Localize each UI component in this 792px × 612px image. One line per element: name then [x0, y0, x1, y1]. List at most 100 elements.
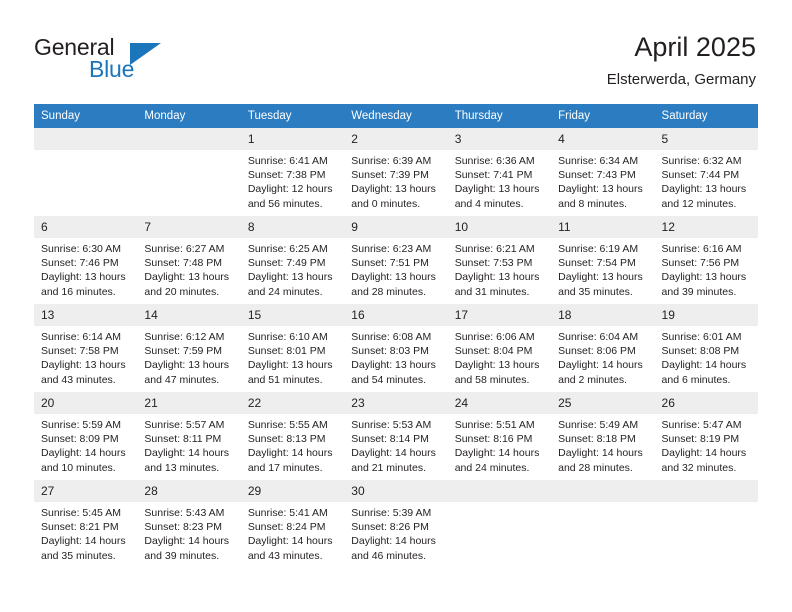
calendar-day-cell[interactable]: 24 Sunrise: 5:51 AM Sunset: 8:16 PM Dayligh…	[447, 392, 552, 480]
calendar-day-cell[interactable]: 22 Sunrise: 5:55 AM Sunset: 8:13 PM Dayligh…	[240, 392, 345, 480]
daylight-duration-line2: and 28 minutes.	[351, 285, 426, 298]
calendar-grid: Sunday Monday Tuesday Wednesday Thursday…	[34, 104, 758, 568]
day-number	[137, 128, 241, 150]
sunrise-time: Sunrise: 6:16 AM	[661, 243, 742, 255]
calendar-day-cell[interactable]	[34, 128, 138, 216]
calendar-day-cell[interactable]: 16 Sunrise: 6:08 AM Sunset: 8:03 PM Dayligh…	[344, 304, 448, 392]
day-details: Sunrise: 6:25 AM Sunset: 7:49 PM Daylight:…	[241, 238, 344, 299]
day-cell-inner: 11 Sunrise: 6:19 AM Sunset: 7:54 PM Dayligh…	[551, 216, 655, 304]
sunrise-time: Sunrise: 6:01 AM	[661, 331, 742, 343]
calendar-day-cell[interactable]: 5 Sunrise: 6:32 AM Sunset: 7:44 PM Daylight…	[654, 128, 758, 216]
day-number: 25	[551, 392, 655, 414]
daylight-duration-line2: and 20 minutes.	[144, 285, 220, 298]
calendar-day-cell[interactable]: 28 Sunrise: 5:43 AM Sunset: 8:23 PM Dayligh…	[137, 480, 241, 568]
calendar-day-cell[interactable]: 26 Sunrise: 5:47 AM Sunset: 8:19 PM Dayligh…	[654, 392, 758, 480]
daylight-duration-line2: and 54 minutes.	[351, 373, 426, 386]
calendar-day-cell[interactable]: 6 Sunrise: 6:30 AM Sunset: 7:46 PM Daylight…	[34, 216, 138, 304]
daylight-duration-line1: Daylight: 14 hours	[247, 535, 333, 548]
daylight-duration-line2: and 35 minutes.	[41, 549, 116, 562]
daylight-duration-line1: Daylight: 13 hours	[41, 359, 126, 372]
calendar-day-cell[interactable]: 18 Sunrise: 6:04 AM Sunset: 8:06 PM Dayligh…	[551, 304, 655, 392]
day-cell-inner: 23 Sunrise: 5:53 AM Sunset: 8:14 PM Dayligh…	[344, 392, 448, 480]
day-details: Sunrise: 5:49 AM Sunset: 8:18 PM Daylight:…	[551, 414, 654, 475]
calendar-day-cell[interactable]: 25 Sunrise: 5:49 AM Sunset: 8:18 PM Dayligh…	[551, 392, 655, 480]
calendar-day-cell[interactable]: 2 Sunrise: 6:39 AM Sunset: 7:39 PM Daylight…	[344, 128, 448, 216]
sunrise-time: Sunrise: 6:32 AM	[661, 155, 742, 167]
daylight-duration-line1: Daylight: 14 hours	[558, 359, 643, 372]
daylight-duration-line2: and 28 minutes.	[558, 461, 633, 474]
sunrise-time: Sunrise: 5:51 AM	[454, 419, 535, 431]
sunset-time: Sunset: 7:51 PM	[351, 257, 429, 270]
day-cell-inner	[654, 480, 758, 568]
calendar-day-cell[interactable]: 17 Sunrise: 6:06 AM Sunset: 8:04 PM Dayligh…	[447, 304, 552, 392]
calendar-day-cell[interactable]	[654, 480, 758, 568]
calendar-day-cell[interactable]: 1 Sunrise: 6:41 AM Sunset: 7:38 PM Daylight…	[240, 128, 345, 216]
day-details	[655, 502, 758, 506]
weekday-header-monday: Monday	[137, 104, 241, 128]
calendar-day-cell[interactable]	[447, 480, 552, 568]
calendar-table: Sunday Monday Tuesday Wednesday Thursday…	[34, 104, 758, 568]
calendar-day-cell[interactable]: 21 Sunrise: 5:57 AM Sunset: 8:11 PM Dayligh…	[137, 392, 241, 480]
weekday-header-friday: Friday	[551, 104, 655, 128]
calendar-day-cell[interactable]: 20 Sunrise: 5:59 AM Sunset: 8:09 PM Dayligh…	[34, 392, 138, 480]
sunset-time: Sunset: 8:18 PM	[558, 433, 636, 446]
general-blue-logo[interactable]: General Blue	[34, 34, 214, 88]
day-number: 29	[240, 480, 345, 502]
day-cell-inner: 8 Sunrise: 6:25 AM Sunset: 7:49 PM Daylight…	[240, 216, 345, 304]
calendar-day-cell[interactable]: 15 Sunrise: 6:10 AM Sunset: 8:01 PM Dayligh…	[240, 304, 345, 392]
day-details: Sunrise: 6:23 AM Sunset: 7:51 PM Daylight:…	[344, 238, 447, 299]
daylight-duration-line1: Daylight: 13 hours	[558, 183, 643, 196]
calendar-day-cell[interactable]: 7 Sunrise: 6:27 AM Sunset: 7:48 PM Daylight…	[137, 216, 241, 304]
calendar-day-cell[interactable]: 30 Sunrise: 5:39 AM Sunset: 8:26 PM Dayligh…	[344, 480, 448, 568]
calendar-page: General Blue April 2025 Elsterwerda, Ger…	[0, 0, 792, 612]
sunset-time: Sunset: 7:58 PM	[41, 345, 119, 358]
day-cell-inner: 9 Sunrise: 6:23 AM Sunset: 7:51 PM Daylight…	[344, 216, 448, 304]
day-details: Sunrise: 6:08 AM Sunset: 8:03 PM Daylight:…	[344, 326, 447, 387]
day-cell-inner	[447, 480, 552, 568]
sunrise-time: Sunrise: 6:41 AM	[247, 155, 328, 167]
day-cell-inner: 12 Sunrise: 6:16 AM Sunset: 7:56 PM Dayligh…	[654, 216, 758, 304]
sunrise-time: Sunrise: 6:30 AM	[41, 243, 121, 255]
calendar-header-row: Sunday Monday Tuesday Wednesday Thursday…	[34, 104, 758, 128]
day-cell-inner: 30 Sunrise: 5:39 AM Sunset: 8:26 PM Dayligh…	[344, 480, 448, 568]
daylight-duration-line1: Daylight: 13 hours	[351, 271, 436, 284]
day-cell-inner: 5 Sunrise: 6:32 AM Sunset: 7:44 PM Daylight…	[654, 128, 758, 216]
day-details: Sunrise: 5:47 AM Sunset: 8:19 PM Daylight:…	[655, 414, 758, 475]
day-number: 30	[344, 480, 448, 502]
calendar-day-cell[interactable]: 8 Sunrise: 6:25 AM Sunset: 7:49 PM Daylight…	[240, 216, 345, 304]
day-details: Sunrise: 6:12 AM Sunset: 7:59 PM Daylight:…	[137, 326, 240, 387]
sunset-time: Sunset: 8:26 PM	[351, 521, 429, 534]
day-number: 17	[447, 304, 552, 326]
sunrise-time: Sunrise: 6:12 AM	[144, 331, 225, 343]
calendar-week-row: 20 Sunrise: 5:59 AM Sunset: 8:09 PM Dayligh…	[34, 392, 758, 480]
day-details: Sunrise: 6:41 AM Sunset: 7:38 PM Daylight:…	[241, 150, 344, 211]
sunset-time: Sunset: 8:04 PM	[454, 345, 533, 358]
daylight-duration-line1: Daylight: 13 hours	[144, 271, 230, 284]
sunset-time: Sunset: 8:13 PM	[247, 433, 326, 446]
calendar-day-cell[interactable]: 11 Sunrise: 6:19 AM Sunset: 7:54 PM Dayligh…	[551, 216, 655, 304]
day-number: 12	[654, 216, 758, 238]
calendar-day-cell[interactable]	[137, 128, 241, 216]
day-cell-inner: 26 Sunrise: 5:47 AM Sunset: 8:19 PM Dayligh…	[654, 392, 758, 480]
calendar-day-cell[interactable]: 13 Sunrise: 6:14 AM Sunset: 7:58 PM Dayligh…	[34, 304, 138, 392]
day-details: Sunrise: 5:59 AM Sunset: 8:09 PM Daylight:…	[34, 414, 137, 475]
daylight-duration-line1: Daylight: 14 hours	[454, 447, 540, 460]
calendar-day-cell[interactable]	[551, 480, 655, 568]
calendar-day-cell[interactable]: 29 Sunrise: 5:41 AM Sunset: 8:24 PM Dayligh…	[240, 480, 345, 568]
calendar-day-cell[interactable]: 27 Sunrise: 5:45 AM Sunset: 8:21 PM Dayligh…	[34, 480, 138, 568]
weekday-header-saturday: Saturday	[654, 104, 758, 128]
sunrise-time: Sunrise: 5:53 AM	[351, 419, 432, 431]
calendar-day-cell[interactable]: 3 Sunrise: 6:36 AM Sunset: 7:41 PM Daylight…	[447, 128, 552, 216]
calendar-day-cell[interactable]: 14 Sunrise: 6:12 AM Sunset: 7:59 PM Dayligh…	[137, 304, 241, 392]
calendar-day-cell[interactable]: 9 Sunrise: 6:23 AM Sunset: 7:51 PM Daylight…	[344, 216, 448, 304]
calendar-day-cell[interactable]: 12 Sunrise: 6:16 AM Sunset: 7:56 PM Dayligh…	[654, 216, 758, 304]
title-block: April 2025 Elsterwerda, Germany	[607, 30, 756, 90]
sunrise-time: Sunrise: 6:25 AM	[247, 243, 328, 255]
calendar-day-cell[interactable]: 19 Sunrise: 6:01 AM Sunset: 8:08 PM Dayligh…	[654, 304, 758, 392]
daylight-duration-line2: and 13 minutes.	[144, 461, 220, 474]
calendar-day-cell[interactable]: 4 Sunrise: 6:34 AM Sunset: 7:43 PM Daylight…	[551, 128, 655, 216]
calendar-day-cell[interactable]: 10 Sunrise: 6:21 AM Sunset: 7:53 PM Dayligh…	[447, 216, 552, 304]
weekday-header-thursday: Thursday	[447, 104, 552, 128]
sunrise-time: Sunrise: 5:59 AM	[41, 419, 121, 431]
calendar-day-cell[interactable]: 23 Sunrise: 5:53 AM Sunset: 8:14 PM Dayligh…	[344, 392, 448, 480]
